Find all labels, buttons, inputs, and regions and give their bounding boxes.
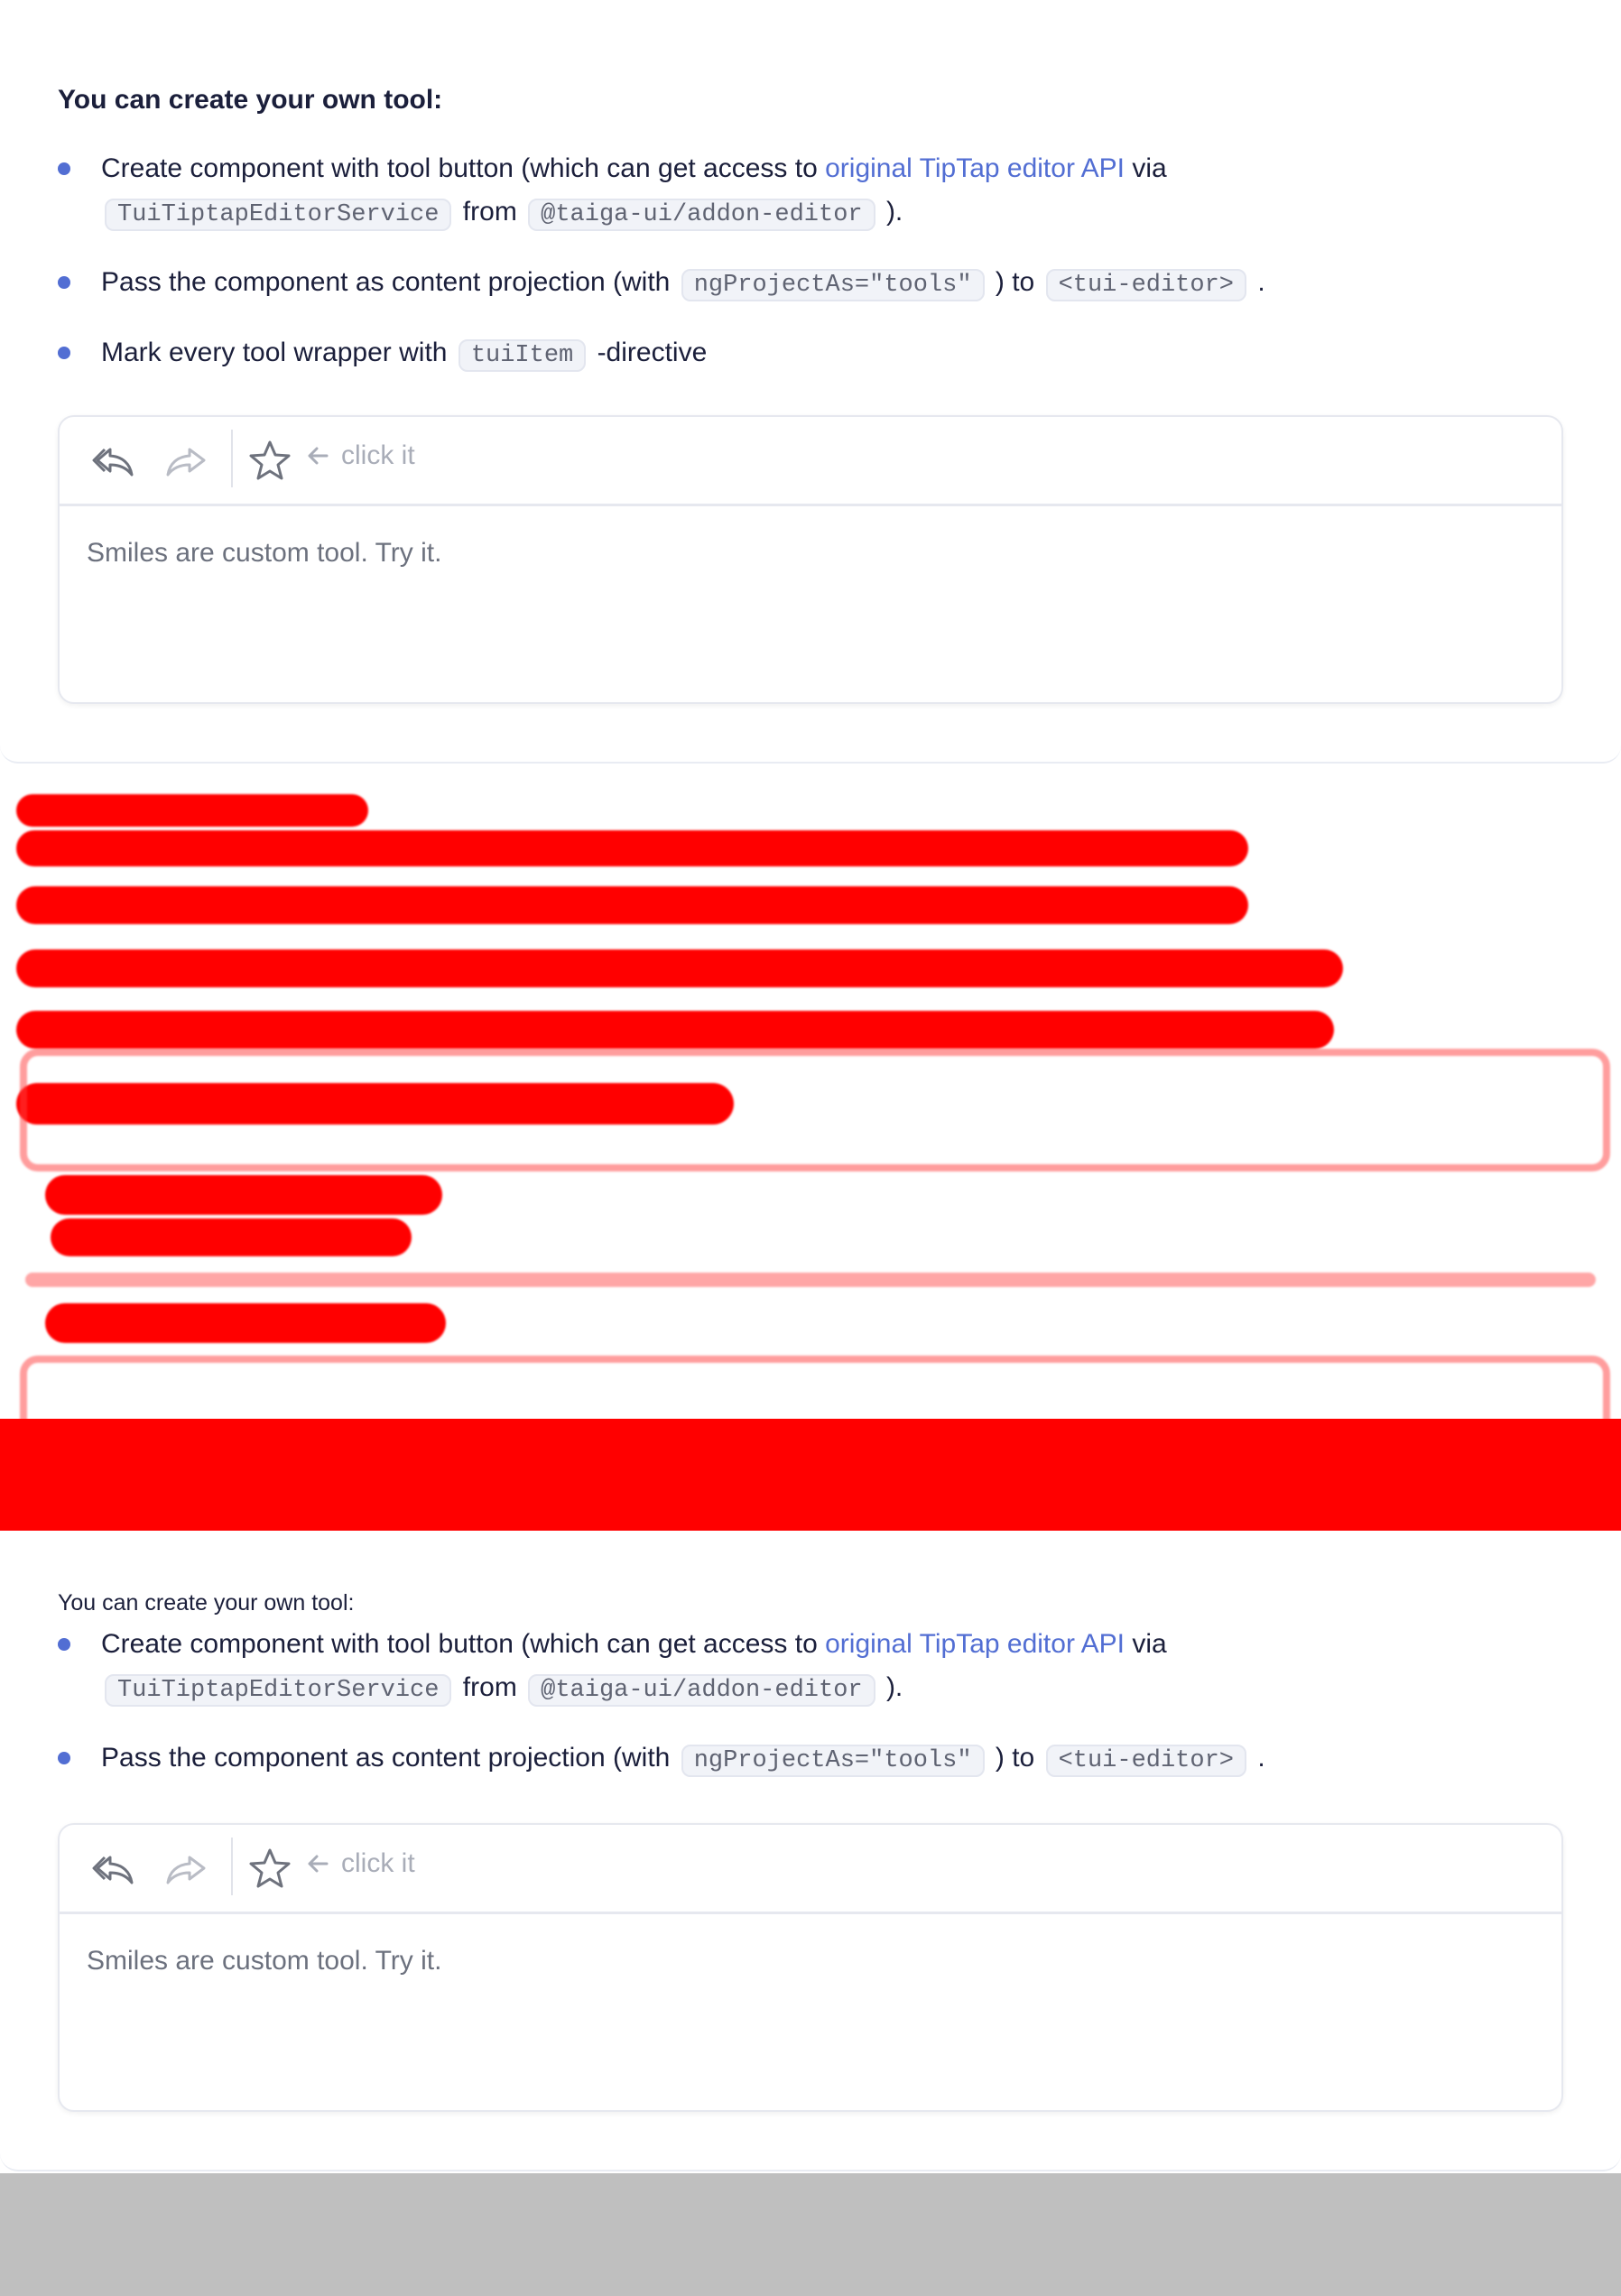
redaction-mark <box>45 1303 446 1343</box>
redaction-bar <box>0 1419 1621 1531</box>
code-snippet: ngProjectAs="tools" <box>681 1745 985 1777</box>
undo-icon <box>92 448 134 477</box>
redaction-mark <box>20 1356 1610 1419</box>
redo-button[interactable] <box>162 1845 211 1893</box>
redaction-mark <box>45 1175 442 1215</box>
list-item: Pass the component as content projection… <box>58 1736 1574 1782</box>
list-item: Pass the component as content projection… <box>58 261 1574 307</box>
list-text: Create component with tool button (which… <box>101 1629 826 1659</box>
editor: click it Smiles are custom tool. Try it. <box>58 1823 1563 2112</box>
redo-icon <box>166 448 206 477</box>
undo-button[interactable] <box>90 1845 139 1893</box>
list-text: via <box>1124 153 1167 183</box>
hint-text: click it <box>341 440 415 470</box>
section-heading: You can create your own tool: <box>58 1590 355 1616</box>
code-snippet: ngProjectAs="tools" <box>681 269 985 301</box>
list-text: . <box>1250 1743 1265 1773</box>
tiptap-api-link[interactable]: original TipTap editor API <box>825 1629 1125 1659</box>
editor-content[interactable]: Smiles are custom tool. Try it. <box>60 506 1561 600</box>
editor-toolbar: click it <box>60 1825 1561 1914</box>
smiles-tool-button[interactable] <box>245 437 294 486</box>
list-text: via <box>1124 1629 1167 1659</box>
code-snippet: @taiga-ui/addon-editor <box>528 199 875 231</box>
list-text: . <box>1250 267 1265 297</box>
list-text: Pass the component as content projection… <box>101 267 678 297</box>
redaction-mark <box>51 1218 412 1256</box>
bottom-panel: You can create your own tool: Create com… <box>0 1531 1621 2171</box>
section-heading: You can create your own tool: <box>58 85 443 115</box>
redaction-mark <box>16 949 1343 987</box>
list-text: Pass the component as content projection… <box>101 1743 678 1773</box>
click-hint: click it <box>305 440 415 471</box>
toolbar-divider <box>231 430 233 487</box>
code-snippet: <tui-editor> <box>1045 269 1246 301</box>
instructions-list: Create component with tool button (which… <box>58 1623 1574 1807</box>
redo-icon <box>166 1856 206 1884</box>
list-text: ) to <box>987 267 1042 297</box>
redo-button[interactable] <box>162 437 211 486</box>
top-panel: You can create your own tool: Create com… <box>0 0 1621 764</box>
arrow-left-icon <box>308 1855 329 1873</box>
list-text: from <box>455 197 525 227</box>
list-text: -directive <box>589 338 708 367</box>
list-text: from <box>455 1672 525 1702</box>
footer-area <box>0 2173 1621 2296</box>
list-text: Mark every tool wrapper with <box>101 338 455 367</box>
bullet-dot <box>58 276 70 289</box>
redaction-mark <box>20 1049 1610 1171</box>
redacted-region <box>0 778 1621 1419</box>
redaction-mark <box>16 830 1248 866</box>
smiles-tool-button[interactable] <box>245 1845 294 1893</box>
list-item: Create component with tool button (which… <box>58 1623 1574 1712</box>
redaction-mark <box>16 1011 1334 1049</box>
star-icon <box>249 1848 291 1888</box>
bullet-dot <box>58 347 70 359</box>
list-text: ). <box>878 1672 903 1702</box>
click-hint: click it <box>305 1848 415 1879</box>
list-text: ). <box>878 197 903 227</box>
bullet-dot <box>58 1752 70 1764</box>
star-icon <box>249 440 291 480</box>
code-snippet: @taiga-ui/addon-editor <box>528 1674 875 1707</box>
toolbar-divider <box>231 1838 233 1895</box>
list-item: Create component with tool button (which… <box>58 147 1574 236</box>
code-snippet: TuiTiptapEditorService <box>105 199 452 231</box>
editor-toolbar: click it <box>60 417 1561 506</box>
list-text: Create component with tool button (which… <box>101 153 826 183</box>
redaction-mark <box>25 1273 1596 1287</box>
hint-text: click it <box>341 1848 415 1878</box>
code-snippet: TuiTiptapEditorService <box>105 1674 452 1707</box>
editor: click it Smiles are custom tool. Try it. <box>58 415 1563 704</box>
instructions-list: Create component with tool button (which… <box>58 147 1574 402</box>
arrow-left-icon <box>308 447 329 465</box>
bullet-dot <box>58 1638 70 1651</box>
undo-icon <box>92 1856 134 1884</box>
redaction-mark <box>16 794 368 827</box>
code-snippet: <tui-editor> <box>1045 1745 1246 1777</box>
redaction-mark <box>16 886 1248 924</box>
code-snippet: tuiItem <box>458 339 587 372</box>
undo-button[interactable] <box>90 437 139 486</box>
list-item: Mark every tool wrapper with tuiItem -di… <box>58 331 1574 377</box>
list-text: ) to <box>987 1743 1042 1773</box>
tiptap-api-link[interactable]: original TipTap editor API <box>825 153 1125 183</box>
bullet-dot <box>58 162 70 175</box>
editor-content[interactable]: Smiles are custom tool. Try it. <box>60 1914 1561 2008</box>
